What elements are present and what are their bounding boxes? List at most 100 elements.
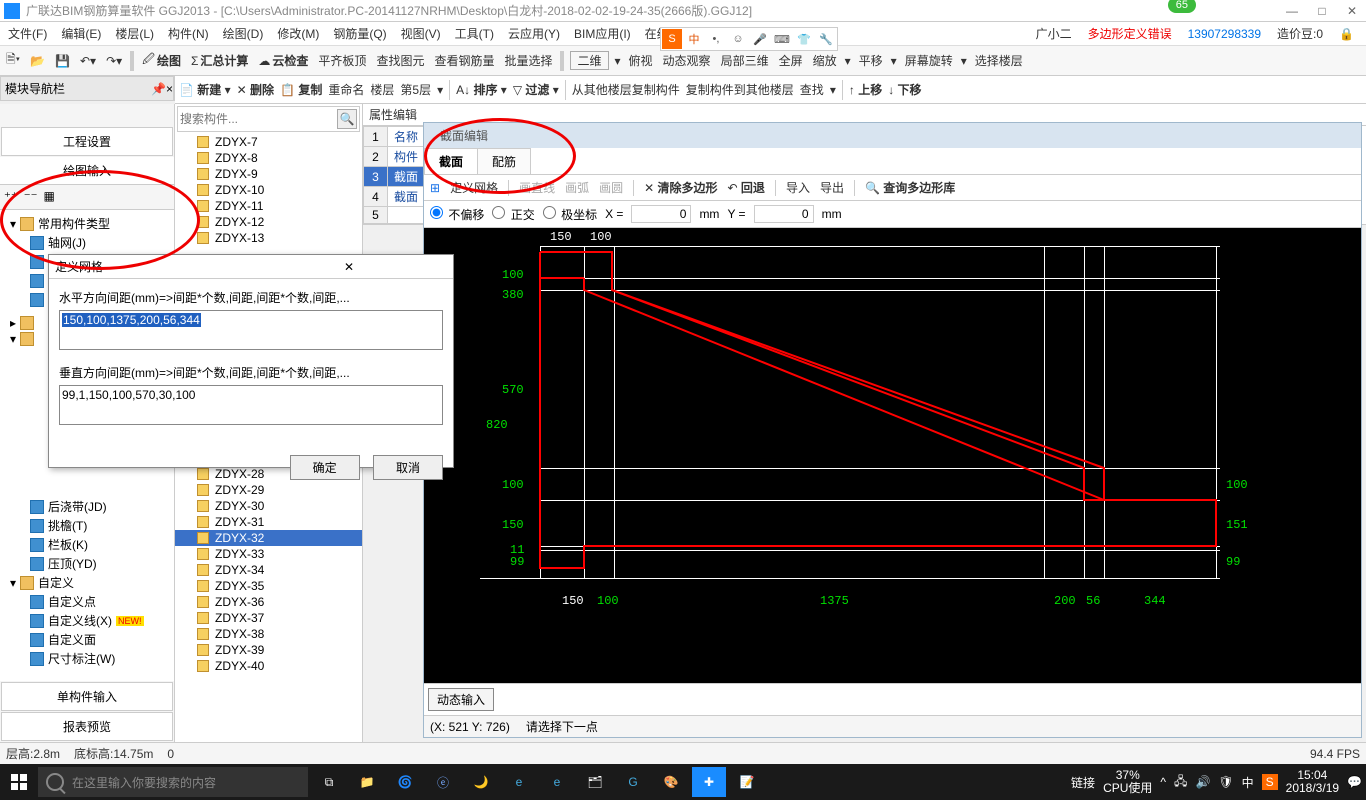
- tb-draw-button[interactable]: 🖉绘图: [140, 50, 183, 71]
- tb-local3d-button[interactable]: 局部三维: [719, 52, 771, 69]
- app-icon-6[interactable]: 🎨: [654, 767, 688, 797]
- ime-s-icon[interactable]: S: [662, 29, 682, 49]
- tb2-del[interactable]: ✕ 删除: [237, 81, 274, 98]
- tb2-sort[interactable]: A↓ 排序 ▾: [456, 81, 507, 98]
- menu-rebar[interactable]: 钢筋量(Q): [329, 23, 390, 44]
- prop-row-4[interactable]: 截面: [388, 187, 425, 207]
- tray-shield-icon[interactable]: 🛡: [1218, 775, 1233, 789]
- tb-undo-icon[interactable]: ↶▾: [78, 54, 98, 68]
- tb2-rename[interactable]: 重命名: [328, 81, 364, 98]
- prop-row-1[interactable]: 名称: [388, 127, 425, 147]
- prop-row-2[interactable]: 构件: [388, 147, 425, 167]
- app-icon-5[interactable]: G: [616, 767, 650, 797]
- tray-s-icon[interactable]: S: [1262, 774, 1278, 790]
- export-button[interactable]: 导出: [820, 179, 844, 196]
- dynamic-input-button[interactable]: 动态输入: [428, 688, 494, 711]
- tb-rot-button[interactable]: 屏幕旋转: [903, 52, 955, 69]
- list-item[interactable]: ZDYX-30: [175, 498, 362, 514]
- left-pin-icon[interactable]: 📌: [151, 82, 166, 96]
- tb-fullscreen-button[interactable]: 全屏: [777, 52, 805, 69]
- app-icon-7[interactable]: ✚: [692, 767, 726, 797]
- list-item[interactable]: ZDYX-11: [175, 198, 362, 214]
- list-item[interactable]: ZDYX-37: [175, 610, 362, 626]
- menu-modify[interactable]: 修改(M): [273, 23, 323, 44]
- clear-poly-button[interactable]: ✕ 清除多边形: [644, 179, 717, 196]
- tree-item-axis[interactable]: 轴网(J): [0, 233, 174, 252]
- list-item[interactable]: ZDYX-40: [175, 658, 362, 674]
- tree-dim[interactable]: 尺寸标注(W): [0, 649, 174, 668]
- taskbar-search[interactable]: 在这里输入你要搜索的内容: [38, 767, 308, 797]
- list-item[interactable]: ZDYX-38: [175, 626, 362, 642]
- ok-button[interactable]: 确定: [290, 455, 360, 480]
- tb2-copy[interactable]: 📋 复制: [280, 81, 322, 98]
- prop-row-5[interactable]: [388, 207, 425, 224]
- section-canvas[interactable]: 150 100 100 380 570 820 100 150 11 99 10…: [424, 228, 1361, 683]
- tb2-up[interactable]: ↑ 上移: [849, 81, 882, 98]
- app-icon-1[interactable]: 📁: [350, 767, 384, 797]
- tray-up-icon[interactable]: ^: [1160, 775, 1166, 789]
- prop-row-3[interactable]: 截面: [388, 167, 425, 187]
- tray-link[interactable]: 链接: [1071, 774, 1095, 791]
- ime-zh-icon[interactable]: 中: [684, 29, 704, 49]
- tree-item-postcast[interactable]: 后浇带(JD): [0, 497, 174, 516]
- tb-viewrebar-button[interactable]: 查看钢筋量: [432, 52, 496, 69]
- tb2-copyfrom[interactable]: 从其他楼层复制构件: [572, 81, 680, 98]
- tb-redo-icon[interactable]: ↷▾: [104, 54, 124, 68]
- tb-new-icon[interactable]: 🗎▾: [4, 50, 22, 71]
- tb2-find[interactable]: 查找: [800, 81, 824, 98]
- ime-kb-icon[interactable]: ⌨: [772, 29, 792, 49]
- tree-root[interactable]: ▾常用构件类型: [0, 214, 174, 233]
- dialog-close-icon[interactable]: ✕: [251, 260, 447, 274]
- tree-collapse-icon[interactable]: ⁻⁻: [24, 189, 38, 205]
- tab-rebar[interactable]: 配筋: [477, 148, 531, 174]
- edge-icon[interactable]: e: [502, 767, 536, 797]
- taskview-icon[interactable]: ⧉: [312, 767, 346, 797]
- radio-polar[interactable]: 极坐标: [543, 206, 597, 223]
- tree-item-top[interactable]: 压顶(YD): [0, 554, 174, 573]
- cancel-button[interactable]: 取消: [373, 455, 443, 480]
- menu-component[interactable]: 构件(N): [164, 23, 213, 44]
- start-button[interactable]: [4, 767, 34, 797]
- account-label[interactable]: 13907298339: [1184, 25, 1265, 43]
- tb-pan-button[interactable]: 平移: [857, 52, 885, 69]
- tb-selfloor-button[interactable]: 选择楼层: [973, 52, 1025, 69]
- radio-ortho[interactable]: 正交: [492, 206, 534, 223]
- tree-custom-point[interactable]: 自定义点: [0, 592, 174, 611]
- tb-find-button[interactable]: 查找图元: [374, 52, 426, 69]
- list-item[interactable]: ZDYX-33: [175, 546, 362, 562]
- list-item[interactable]: ZDYX-9: [175, 166, 362, 182]
- app-icon-8[interactable]: 📝: [730, 767, 764, 797]
- report-preview-button[interactable]: 报表预览: [1, 712, 173, 741]
- tb-save-icon[interactable]: 💾: [53, 54, 72, 68]
- radio-nooffset[interactable]: 不偏移: [430, 206, 484, 223]
- list-item[interactable]: ZDYX-34: [175, 562, 362, 578]
- app-icon-3[interactable]: ⓔ: [426, 767, 460, 797]
- import-button[interactable]: 导入: [786, 179, 810, 196]
- tb2-floorval[interactable]: 第5层: [400, 81, 431, 98]
- tb-cloud-button[interactable]: ☁ 云检查: [256, 52, 310, 69]
- v-spacing-input[interactable]: 99,1,150,100,570,30,100: [59, 385, 443, 425]
- tree-layer-icon[interactable]: ▦: [43, 189, 54, 205]
- search-icon[interactable]: 🔍: [337, 109, 357, 129]
- ime-mic-icon[interactable]: 🎤: [750, 29, 770, 49]
- search-input[interactable]: [180, 109, 337, 129]
- h-spacing-input[interactable]: 150,100,1375,200,56,344: [59, 310, 443, 350]
- tb-2d-dropdown[interactable]: 二维: [570, 51, 608, 70]
- tray-ime[interactable]: 中: [1242, 774, 1254, 791]
- tree-custom-line[interactable]: 自定义线(X)NEW!: [0, 611, 174, 630]
- tree-item-rail[interactable]: 栏板(K): [0, 535, 174, 554]
- tb2-new[interactable]: 📄 新建 ▾: [179, 81, 231, 98]
- ime-toolbar[interactable]: S 中 •, ☺ 🎤 ⌨ 👕 🔧: [660, 27, 838, 51]
- menu-draw[interactable]: 绘图(D): [219, 23, 268, 44]
- tray-net-icon[interactable]: 🖧: [1174, 772, 1187, 793]
- tree-item-eave[interactable]: 挑檐(T): [0, 516, 174, 535]
- ime-tool-icon[interactable]: 🔧: [816, 29, 836, 49]
- tb2-filter[interactable]: ▽ 过滤 ▾: [513, 81, 559, 98]
- single-input-button[interactable]: 单构件输入: [1, 682, 173, 711]
- list-item[interactable]: ZDYX-32: [175, 530, 362, 546]
- tray-notif-icon[interactable]: 💬: [1347, 775, 1362, 789]
- tab-section[interactable]: 截面: [424, 148, 478, 174]
- list-item[interactable]: ZDYX-36: [175, 594, 362, 610]
- maximize-icon[interactable]: □: [1312, 4, 1332, 18]
- list-item[interactable]: ZDYX-7: [175, 134, 362, 150]
